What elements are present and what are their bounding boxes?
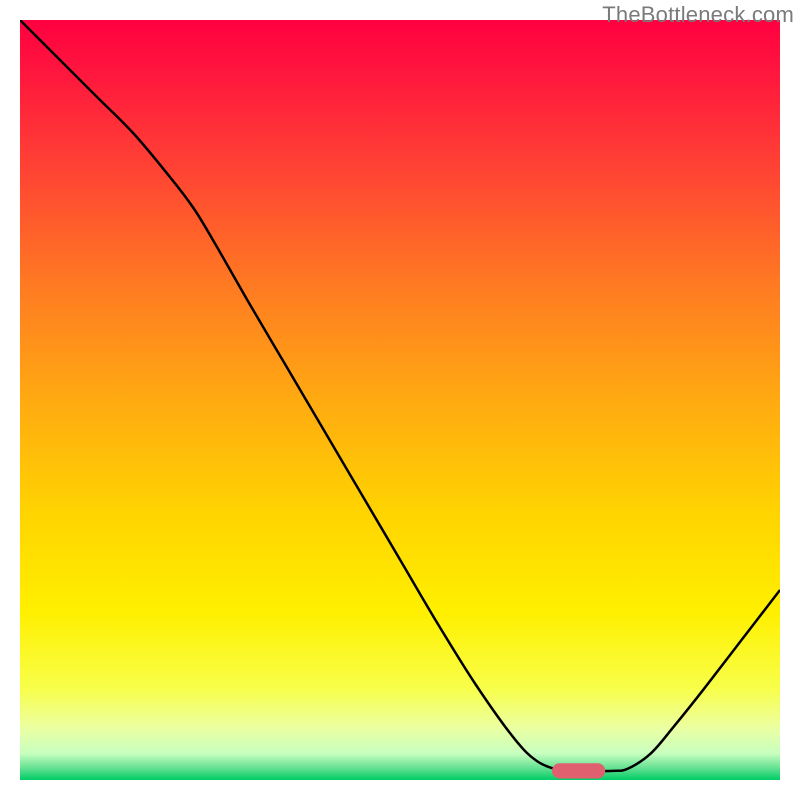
- chart-plot-area: [20, 20, 780, 780]
- watermark-text: TheBottleneck.com: [602, 2, 794, 28]
- chart-svg: [20, 20, 780, 780]
- optimal-marker: [552, 763, 605, 778]
